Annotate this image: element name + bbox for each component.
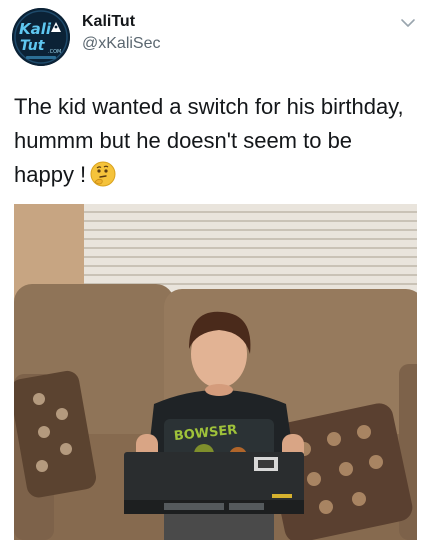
thinking-face-icon <box>90 161 116 187</box>
kalitut-logo: Kali Tut .COM <box>12 8 70 66</box>
tweet-photo[interactable]: BOWSER <box>14 204 417 540</box>
svg-text:Kali: Kali <box>19 20 52 38</box>
tweet-text: The kid wanted a switch for his birthday… <box>14 90 414 192</box>
svg-text:.COM: .COM <box>48 49 61 55</box>
user-handle[interactable]: @xKaliSec <box>82 35 161 53</box>
svg-text:Tut: Tut <box>20 38 46 54</box>
tweet-text-body: The kid wanted a switch for his birthday… <box>14 94 404 187</box>
avatar[interactable]: Kali Tut .COM <box>12 8 70 66</box>
photo-scene: BOWSER <box>14 204 417 540</box>
tweet-card: Kali Tut .COM KaliTut @xKaliSec The kid … <box>0 0 431 546</box>
display-name[interactable]: KaliTut <box>82 13 135 31</box>
chevron-down-icon[interactable] <box>399 16 417 30</box>
